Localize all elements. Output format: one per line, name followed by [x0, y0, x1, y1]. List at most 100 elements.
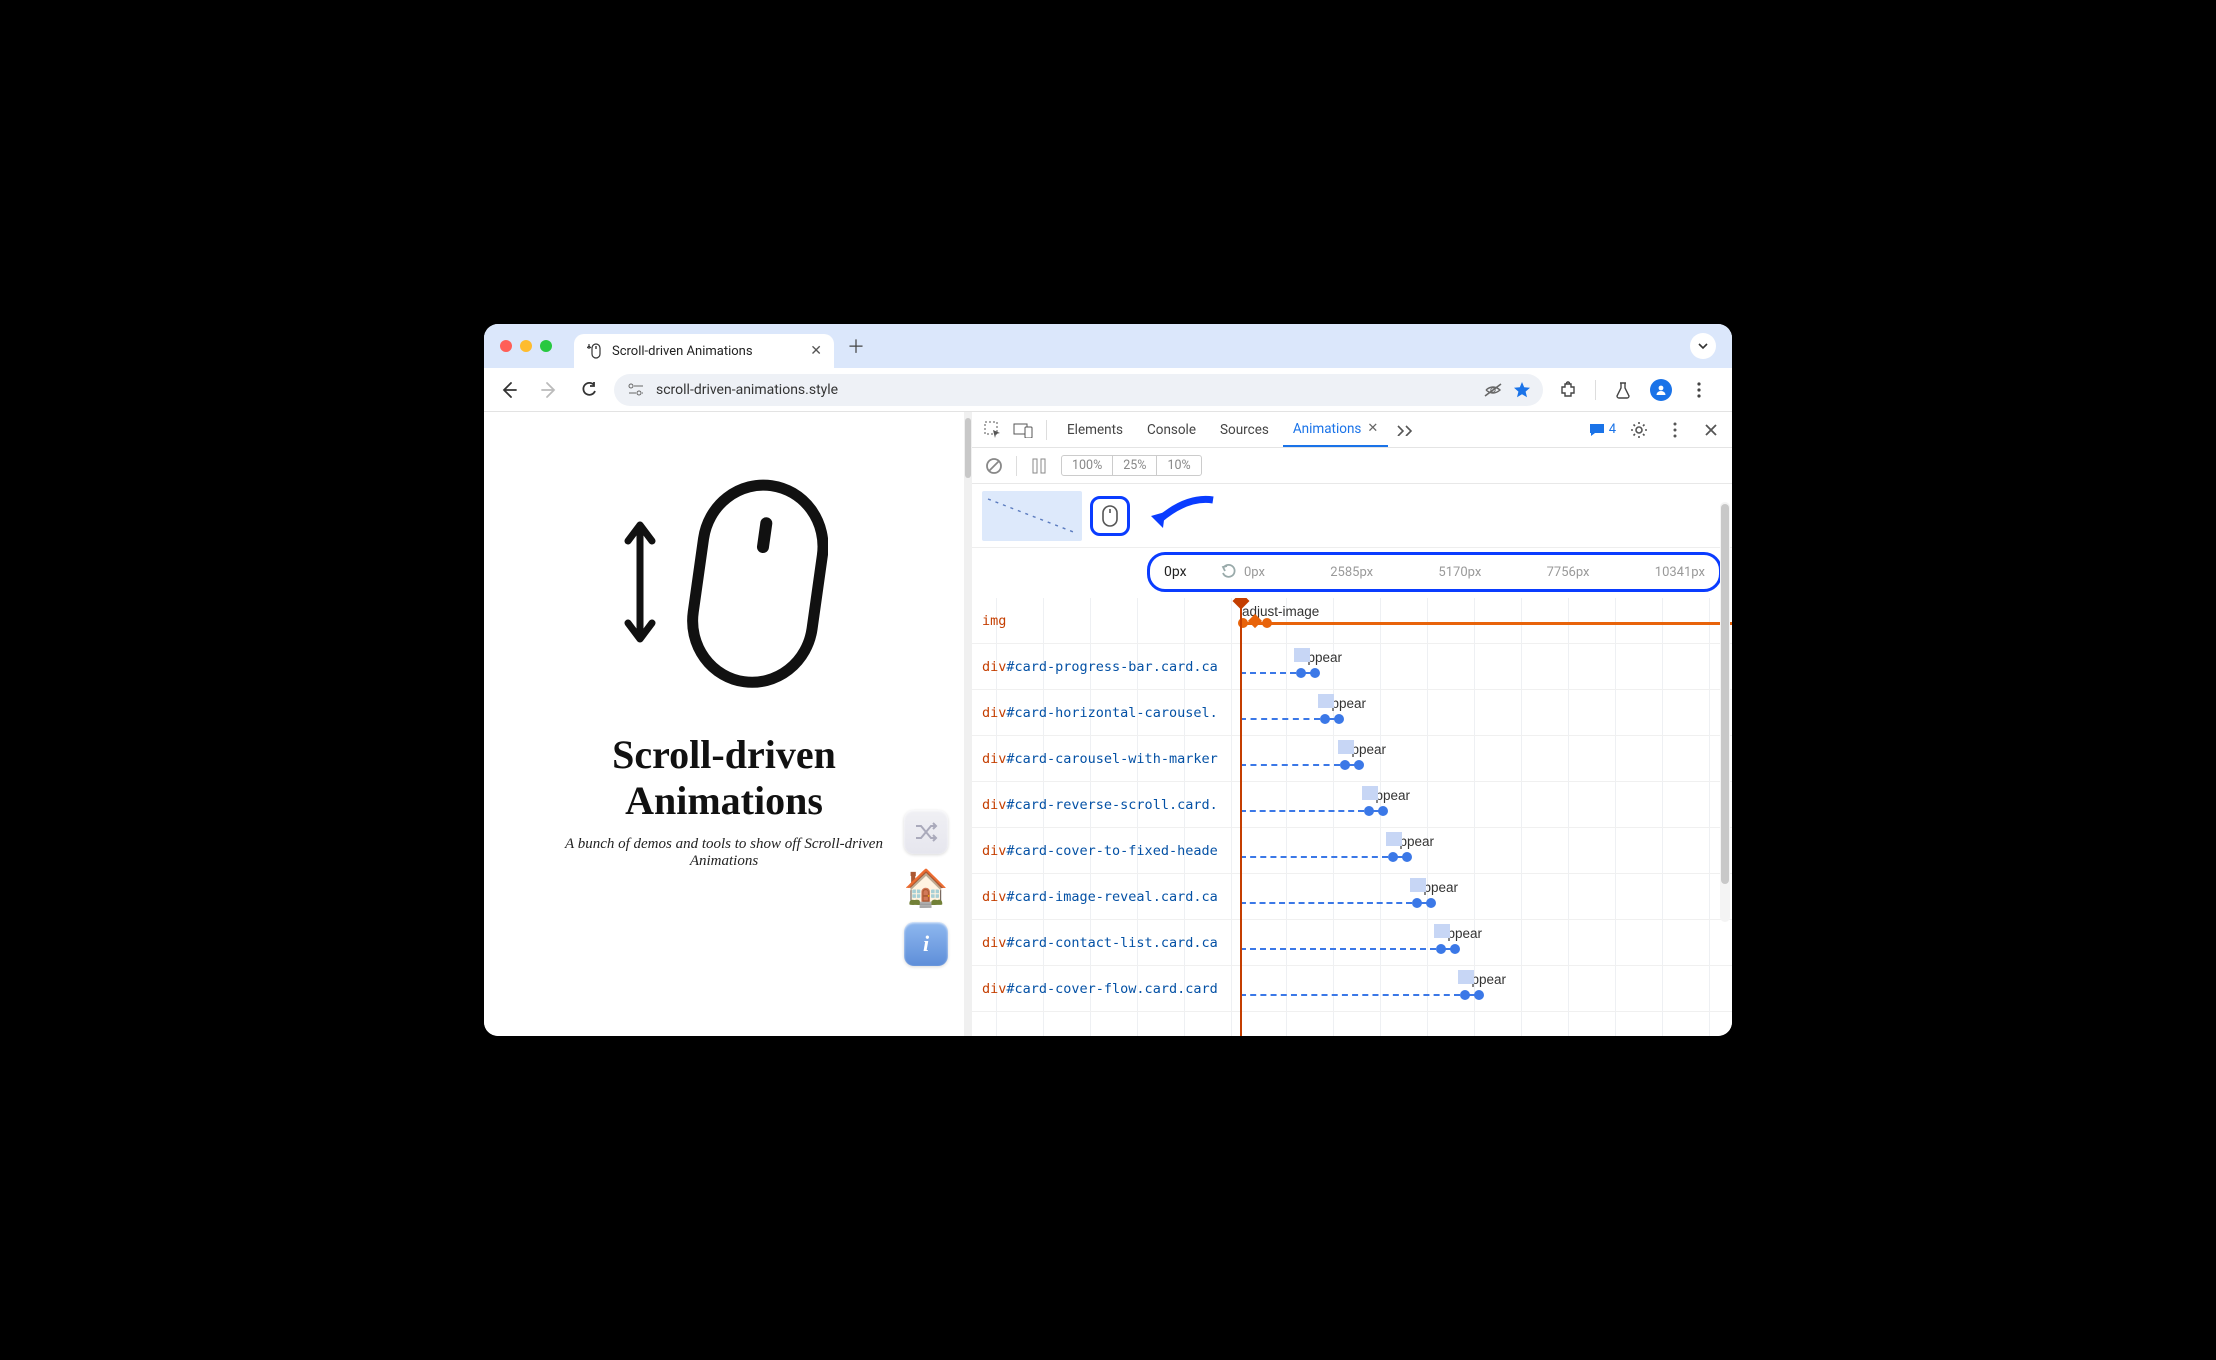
url-text: scroll-driven-animations.style — [656, 382, 1473, 398]
devtools-tabstrip: Elements Console Sources Animations ✕ 4 — [972, 412, 1732, 448]
animation-row[interactable]: imgadjust-image — [972, 598, 1732, 644]
animation-row[interactable]: div#card-cover-flow.card.cardappear — [972, 966, 1732, 1012]
devtools-scrollbar[interactable] — [1720, 502, 1730, 922]
playback-speed-group: 100% 25% 10% — [1061, 455, 1202, 476]
content-area: Scroll-driven Animations A bunch of demo… — [484, 412, 1732, 1036]
animation-track[interactable]: appear — [1240, 920, 1732, 965]
divider — [1595, 380, 1596, 400]
browser-toolbar: scroll-driven-animations.style — [484, 368, 1732, 412]
page-subtitle: A bunch of demos and tools to show off S… — [544, 836, 904, 870]
info-button[interactable]: i — [904, 922, 948, 966]
issues-button[interactable]: 4 — [1589, 422, 1616, 437]
browser-window: Scroll-driven Animations ✕ ＋ scroll-driv… — [484, 324, 1732, 1036]
tab-sources[interactable]: Sources — [1210, 412, 1279, 447]
mouse-icon — [678, 472, 828, 692]
webpage-viewport[interactable]: Scroll-driven Animations A bunch of demo… — [484, 412, 964, 1036]
more-tabs-icon[interactable] — [1392, 417, 1418, 443]
tab-animations[interactable]: Animations ✕ — [1283, 412, 1388, 447]
element-selector: div#card-cover-flow.card.card — [972, 981, 1240, 997]
ruler-ticks: 0px 2585px 5170px 7756px 10341px — [1244, 565, 1705, 580]
ruler-tick: 2585px — [1330, 565, 1373, 580]
replay-icon[interactable] — [1220, 563, 1238, 581]
divider — [1016, 456, 1017, 476]
animation-track[interactable]: appear — [1240, 644, 1732, 689]
animation-row[interactable]: div#card-carousel-with-markerappear — [972, 736, 1732, 782]
animation-track[interactable]: appear — [1240, 690, 1732, 735]
inspect-element-icon[interactable] — [980, 417, 1006, 443]
speed-100[interactable]: 100% — [1062, 456, 1113, 475]
profile-avatar[interactable] — [1650, 379, 1672, 401]
timeline-ruler[interactable]: 0px 0px 2585px 5170px 7756px 10341px — [1147, 552, 1722, 592]
devtools-splitter[interactable] — [964, 412, 972, 1036]
element-selector: div#card-image-reveal.card.ca — [972, 889, 1240, 905]
animation-row[interactable]: div#card-cover-to-fixed-headeappear — [972, 828, 1732, 874]
double-arrow-icon — [620, 517, 660, 647]
animation-row[interactable]: div#card-reverse-scroll.card.appear — [972, 782, 1732, 828]
address-bar[interactable]: scroll-driven-animations.style — [614, 374, 1543, 406]
capture-thumbnail[interactable] — [982, 491, 1082, 541]
tab-console[interactable]: Console — [1137, 412, 1206, 447]
page-title: Scroll-driven Animations — [612, 732, 836, 824]
tab-close-button[interactable]: ✕ — [810, 343, 822, 359]
kebab-menu-icon[interactable] — [1662, 417, 1688, 443]
browser-tab[interactable]: Scroll-driven Animations ✕ — [574, 334, 834, 368]
minimize-window-button[interactable] — [520, 340, 532, 352]
animation-track[interactable]: appear — [1240, 782, 1732, 827]
animation-row[interactable]: div#card-contact-list.card.caappear — [972, 920, 1732, 966]
animation-row[interactable]: div#card-progress-bar.card.caappear — [972, 644, 1732, 690]
playhead[interactable] — [1240, 598, 1242, 1036]
animations-list[interactable]: imgadjust-imagediv#card-progress-bar.car… — [972, 598, 1732, 1036]
page-logo — [620, 472, 828, 692]
floating-buttons: 🏠 i — [904, 810, 948, 966]
speed-10[interactable]: 10% — [1157, 456, 1200, 475]
element-selector: div#card-carousel-with-marker — [972, 751, 1240, 767]
forward-button[interactable] — [534, 375, 564, 405]
site-settings-icon[interactable] — [626, 380, 646, 400]
animation-track[interactable]: appear — [1240, 966, 1732, 1011]
ruler-tick: 0px — [1244, 565, 1265, 580]
tab-elements[interactable]: Elements — [1057, 412, 1133, 447]
animation-track[interactable]: appear — [1240, 736, 1732, 781]
element-selector: div#card-reverse-scroll.card. — [972, 797, 1240, 813]
device-toolbar-icon[interactable] — [1010, 417, 1036, 443]
shuffle-button[interactable] — [904, 810, 948, 854]
tab-strip: Scroll-driven Animations ✕ ＋ — [484, 324, 1732, 368]
animation-track[interactable]: adjust-image — [1240, 598, 1732, 643]
tab-title: Scroll-driven Animations — [612, 344, 753, 359]
kebab-menu-button[interactable] — [1684, 375, 1714, 405]
animation-track[interactable]: appear — [1240, 828, 1732, 873]
new-tab-button[interactable]: ＋ — [842, 332, 870, 360]
clear-button[interactable] — [982, 454, 1006, 478]
animation-row[interactable]: div#card-horizontal-carousel.appear — [972, 690, 1732, 736]
home-button[interactable]: 🏠 — [904, 866, 948, 910]
settings-gear-icon[interactable] — [1626, 417, 1652, 443]
tabs-dropdown-button[interactable] — [1690, 333, 1716, 359]
toolbar-right — [1553, 375, 1722, 405]
element-selector: div#card-cover-to-fixed-heade — [972, 843, 1240, 859]
bookmark-star-icon[interactable] — [1513, 381, 1531, 399]
animation-track[interactable]: appear — [1240, 874, 1732, 919]
capture-row — [972, 484, 1732, 548]
pause-button[interactable] — [1027, 454, 1051, 478]
element-selector: img — [972, 613, 1240, 629]
speed-25[interactable]: 25% — [1113, 456, 1157, 475]
maximize-window-button[interactable] — [540, 340, 552, 352]
ruler-tick: 10341px — [1655, 565, 1705, 580]
reload-button[interactable] — [574, 375, 604, 405]
labs-flask-icon[interactable] — [1608, 375, 1638, 405]
tracking-blocked-icon[interactable] — [1483, 382, 1503, 398]
close-devtools-icon[interactable] — [1698, 417, 1724, 443]
element-selector: div#card-progress-bar.card.ca — [972, 659, 1240, 675]
animations-controls: 100% 25% 10% — [972, 448, 1732, 484]
close-window-button[interactable] — [500, 340, 512, 352]
tab-favicon-mouse-icon — [586, 343, 602, 359]
back-button[interactable] — [494, 375, 524, 405]
divider — [1046, 420, 1047, 440]
animation-row[interactable]: div#card-image-reveal.card.caappear — [972, 874, 1732, 920]
close-icon[interactable]: ✕ — [1367, 421, 1378, 436]
scroll-driven-badge[interactable] — [1090, 496, 1130, 536]
element-selector: div#card-horizontal-carousel. — [972, 705, 1240, 721]
element-selector: div#card-contact-list.card.ca — [972, 935, 1240, 951]
extensions-button[interactable] — [1553, 375, 1583, 405]
ruler-tick: 5170px — [1438, 565, 1481, 580]
